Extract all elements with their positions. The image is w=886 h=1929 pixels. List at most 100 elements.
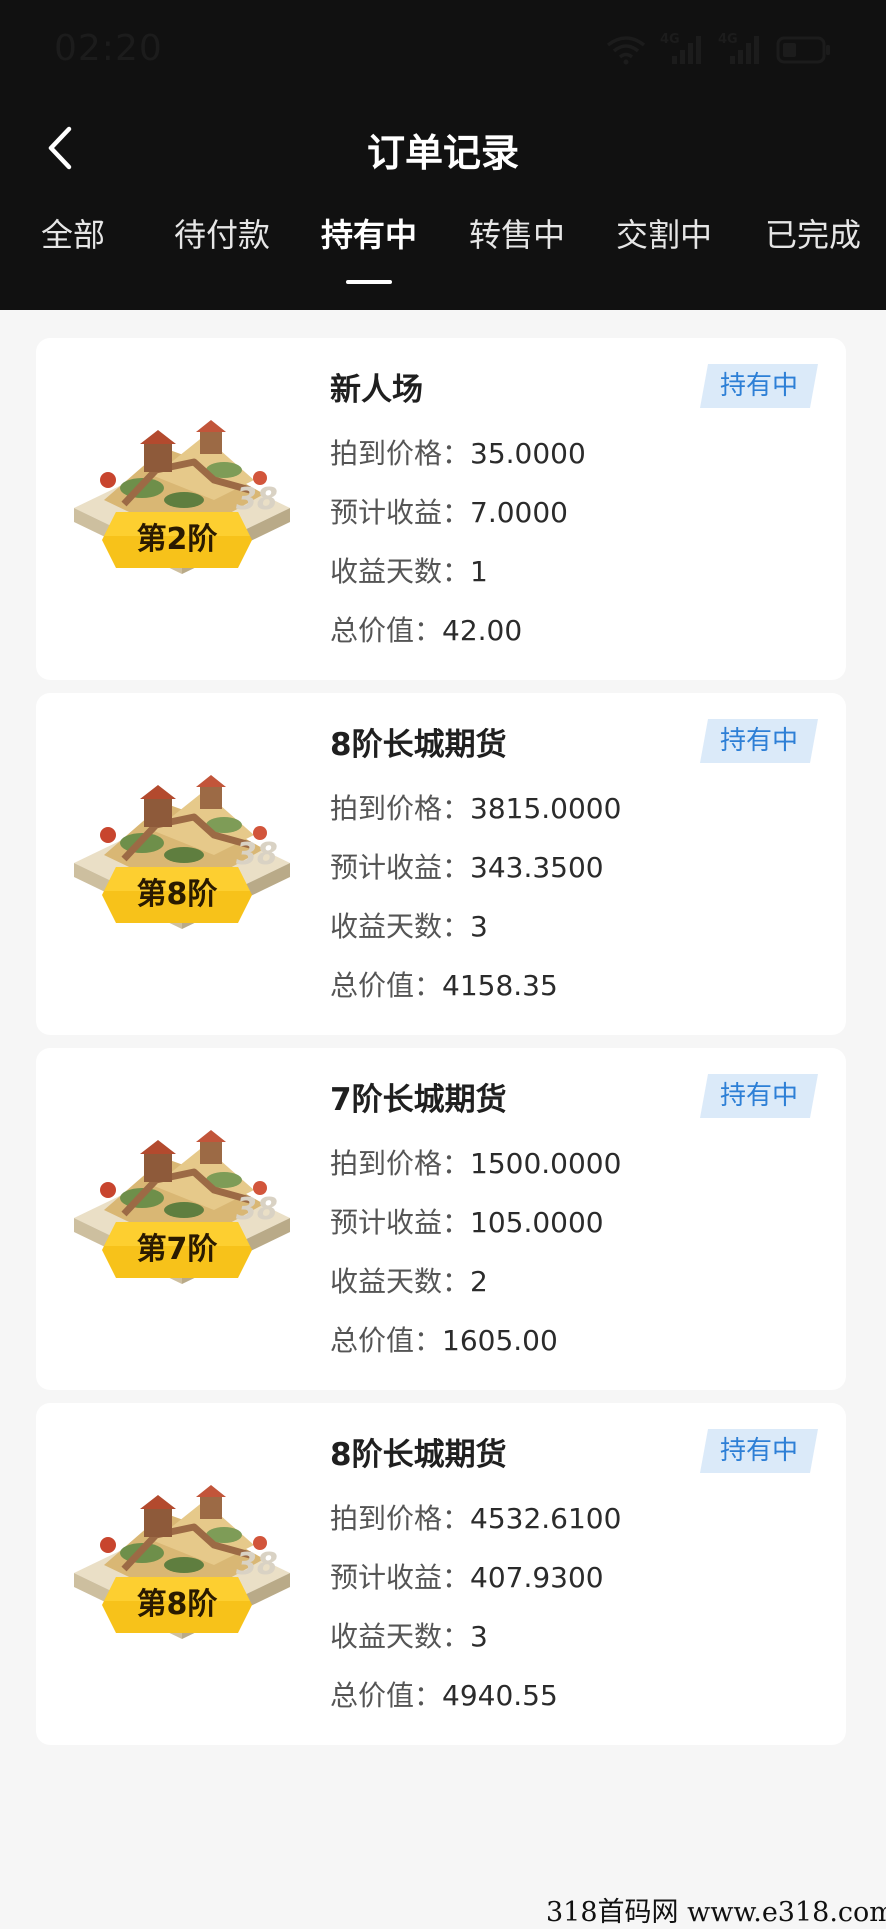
tier-label: 第7阶 [136,1232,218,1267]
profit-value: 7.0000 [470,496,568,529]
tab-bar: 全部 待付款 持有中 转售中 交割中 已完成 [0,210,886,290]
days-row: 收益天数：1 [330,550,488,590]
days-label: 收益天数： [330,555,471,588]
tab-label: 交割中 [615,216,712,254]
watermark-text: 318首码网 www.e318.com [546,1897,886,1928]
price-label: 拍到价格： [330,1502,471,1535]
tab-pending-payment[interactable]: 待付款 [152,210,292,290]
price-row: 拍到价格：1500.0000 [330,1142,621,1182]
thumb-number: 38 [236,1547,278,1582]
total-label: 总价值： [330,1324,443,1357]
profit-value: 105.0000 [470,1206,604,1239]
thumb-number: 38 [236,482,278,517]
status-badge-text: 持有中 [719,371,798,401]
status-badge-text: 持有中 [719,1081,798,1111]
order-card[interactable]: 第8阶 38 8阶长城期货 持有中 拍到价格：4532.6100 预计收益：40… [36,1403,846,1745]
profit-row: 预计收益：7.0000 [330,491,568,531]
price-label: 拍到价格： [330,1147,471,1180]
days-label: 收益天数： [330,910,471,943]
days-value: 1 [470,555,488,588]
price-value: 1500.0000 [470,1147,622,1180]
profit-value: 407.9300 [470,1561,604,1594]
total-label: 总价值： [330,969,443,1002]
order-info: 7阶长城期货 持有中 拍到价格：1500.0000 预计收益：105.0000 … [330,1048,846,1390]
great-wall-thumbnail: 第8阶 38 [64,751,300,965]
signal-icon: 4G [718,32,762,66]
tab-all[interactable]: 全部 [3,210,143,290]
profit-value: 343.3500 [470,851,604,884]
signal-label: 4G [660,32,680,47]
days-label: 收益天数： [330,1620,471,1653]
order-info: 8阶长城期货 持有中 拍到价格：3815.0000 预计收益：343.3500 … [330,693,846,1035]
wifi-icon [606,35,646,65]
profit-row: 预计收益：407.9300 [330,1556,604,1596]
tab-label: 转售中 [468,216,565,254]
tab-label: 持有中 [320,216,417,254]
days-row: 收益天数：3 [330,905,488,945]
order-card[interactable]: 第7阶 38 7阶长城期货 持有中 拍到价格：1500.0000 预计收益：10… [36,1048,846,1390]
tier-label: 第8阶 [136,1587,218,1622]
days-value: 2 [470,1265,488,1298]
price-label: 拍到价格： [330,792,471,825]
order-card[interactable]: 第8阶 38 8阶长城期货 持有中 拍到价格：3815.0000 预计收益：34… [36,693,846,1035]
total-value: 4158.35 [442,969,558,1002]
status-icons: 4G 4G [606,30,832,70]
thumb-number: 38 [236,837,278,872]
thumb-number: 38 [236,1192,278,1227]
tab-active-indicator [346,280,392,284]
price-label: 拍到价格： [330,437,471,470]
nav-bar: 订单记录 [0,110,886,190]
status-badge-text: 持有中 [719,1436,798,1466]
order-info: 新人场 持有中 拍到价格：35.0000 预计收益：7.0000 收益天数：1 … [330,338,846,680]
status-badge-text: 持有中 [719,726,798,756]
tab-holding[interactable]: 持有中 [299,210,439,290]
profit-label: 预计收益： [330,1206,471,1239]
status-badge: 持有中 [700,1429,818,1473]
price-row: 拍到价格：35.0000 [330,432,586,472]
price-row: 拍到价格：3815.0000 [330,787,621,827]
price-value: 4532.6100 [470,1502,622,1535]
status-badge: 持有中 [700,364,818,408]
status-bar: 02:20 4G 4G [0,0,886,100]
great-wall-thumbnail: 第7阶 38 [64,1106,300,1320]
tab-delivering[interactable]: 交割中 [594,210,734,290]
price-value: 3815.0000 [470,792,622,825]
total-row: 总价值：42.00 [330,609,522,649]
header: 02:20 4G 4G 订单记录 全部 待付款 持有中 转售中 交割中 已完成 [0,0,886,310]
signal-label: 4G [718,32,738,47]
price-row: 拍到价格：4532.6100 [330,1497,621,1537]
total-value: 42.00 [442,614,523,647]
profit-label: 预计收益： [330,1561,471,1594]
days-label: 收益天数： [330,1265,471,1298]
total-value: 4940.55 [442,1679,558,1712]
days-row: 收益天数：2 [330,1260,488,1300]
total-row: 总价值：4940.55 [330,1674,558,1714]
price-value: 35.0000 [470,437,586,470]
status-badge: 持有中 [700,719,818,763]
total-row: 总价值：4158.35 [330,964,558,1004]
order-card[interactable]: 第2阶 38 新人场 持有中 拍到价格：35.0000 预计收益：7.0000 … [36,338,846,680]
total-label: 总价值： [330,1679,443,1712]
battery-icon [776,35,832,65]
days-row: 收益天数：3 [330,1615,488,1655]
order-title: 8阶长城期货 [330,727,507,763]
tab-completed[interactable]: 已完成 [743,210,883,290]
tier-label: 第2阶 [136,522,218,557]
status-time: 02:20 [54,28,163,69]
tab-label: 已完成 [764,216,861,254]
tab-reselling[interactable]: 转售中 [447,210,587,290]
order-title: 新人场 [330,372,423,408]
order-title: 7阶长城期货 [330,1082,507,1118]
order-title: 8阶长城期货 [330,1437,507,1473]
tier-label: 第8阶 [136,877,218,912]
profit-label: 预计收益： [330,496,471,529]
tab-label: 待付款 [173,216,270,254]
days-value: 3 [470,910,488,943]
page-title: 订单记录 [366,131,519,175]
great-wall-thumbnail: 第2阶 38 [64,396,300,610]
profit-row: 预计收益：343.3500 [330,846,604,886]
total-label: 总价值： [330,614,443,647]
days-value: 3 [470,1620,488,1653]
total-value: 1605.00 [442,1324,558,1357]
signal-icon: 4G [660,32,704,66]
